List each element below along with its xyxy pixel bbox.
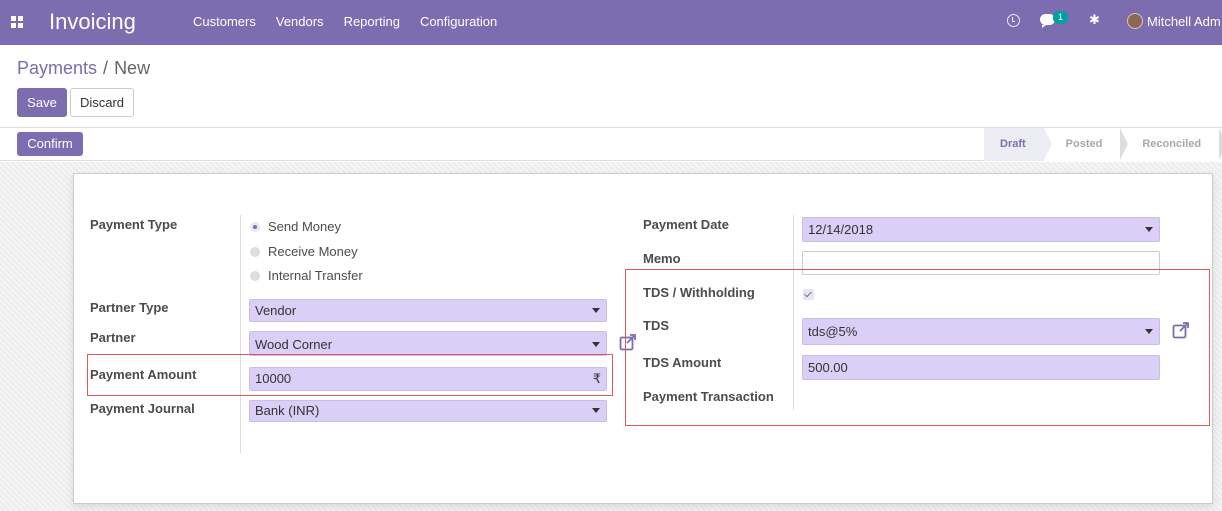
partner-field[interactable]: Wood Corner <box>249 331 607 356</box>
debug-bug-icon[interactable]: ✱ <box>1089 14 1100 27</box>
radio-internal-transfer[interactable]: Internal Transfer <box>250 268 363 283</box>
radio-send-money[interactable]: Send Money <box>250 219 341 234</box>
chevron-down-icon <box>1145 227 1153 232</box>
partner-value: Wood Corner <box>255 337 333 352</box>
avatar[interactable] <box>1127 13 1143 29</box>
menu-item-vendors[interactable]: Vendors <box>276 14 324 29</box>
payment-date-value: 12/14/2018 <box>808 222 874 237</box>
menu-item-reporting[interactable]: Reporting <box>344 14 400 29</box>
stage-bar: Draft Posted Reconciled C <box>984 128 1222 161</box>
stage-posted[interactable]: Posted <box>1043 128 1129 161</box>
tds-select[interactable]: tds@5% <box>802 318 1160 345</box>
external-link-icon[interactable] <box>1172 321 1190 339</box>
top-navbar: Invoicing Customers Vendors Reporting Co… <box>0 0 1222 45</box>
payment-date-input[interactable]: 12/14/2018 <box>802 217 1160 242</box>
activity-clock-icon[interactable] <box>1007 14 1020 27</box>
tds-withholding-checkbox[interactable] <box>803 289 814 300</box>
chevron-down-icon <box>592 342 600 347</box>
rupee-currency-symbol: ₹ <box>592 371 601 386</box>
radio-send-money-input[interactable] <box>250 221 260 232</box>
user-menu-name[interactable]: Mitchell Adm <box>1147 14 1221 29</box>
control-panel: Payments / New Save Discard <box>0 45 1222 128</box>
chevron-down-icon <box>592 408 600 413</box>
memo-input[interactable] <box>802 251 1160 275</box>
payment-amount-value: 10000 <box>255 371 292 386</box>
payment-amount-label: Payment Amount <box>90 367 197 382</box>
payment-journal-value: Bank (INR) <box>255 403 320 418</box>
payment-transaction-label: Payment Transaction <box>643 389 774 404</box>
payment-date-label: Payment Date <box>643 217 729 232</box>
confirm-button[interactable]: Confirm <box>17 132 83 156</box>
menu-item-customers[interactable]: Customers <box>193 14 256 29</box>
breadcrumb-current: New <box>114 58 151 78</box>
partner-label: Partner <box>90 330 136 345</box>
breadcrumb-payments-link[interactable]: Payments <box>17 58 97 78</box>
stage-draft[interactable]: Draft <box>984 128 1052 161</box>
payment-type-label: Payment Type <box>90 217 178 232</box>
tds-label: TDS <box>643 318 669 333</box>
tds-withholding-label: TDS / Withholding <box>643 285 755 300</box>
radio-send-money-label[interactable]: Send Money <box>268 219 341 234</box>
tds-value: tds@5% <box>808 324 858 339</box>
memo-label: Memo <box>643 251 681 266</box>
radio-receive-money-input[interactable] <box>250 246 260 257</box>
payment-amount-input[interactable]: 10000 ₹ <box>249 367 607 391</box>
radio-internal-transfer-label[interactable]: Internal Transfer <box>268 268 363 283</box>
chevron-down-icon <box>592 308 600 313</box>
stage-reconciled[interactable]: Reconciled <box>1120 128 1222 161</box>
main-menu: Customers Vendors Reporting Configuratio… <box>193 14 517 29</box>
breadcrumb: Payments / New <box>17 58 150 79</box>
left-group-divider <box>240 215 241 453</box>
discard-button[interactable]: Discard <box>70 88 134 117</box>
radio-internal-transfer-input[interactable] <box>250 270 260 281</box>
apps-menu-icon[interactable] <box>11 16 23 28</box>
breadcrumb-separator: / <box>103 58 109 78</box>
tds-amount-label: TDS Amount <box>643 355 722 370</box>
payment-journal-select[interactable]: Bank (INR) <box>249 400 607 422</box>
app-title: Invoicing <box>49 9 136 34</box>
external-link-icon[interactable] <box>619 333 637 351</box>
form-statusbar: Confirm Draft Posted Reconciled C <box>0 128 1222 161</box>
menu-item-configuration[interactable]: Configuration <box>420 14 497 29</box>
partner-type-value: Vendor <box>255 303 297 318</box>
radio-receive-money[interactable]: Receive Money <box>250 244 358 259</box>
right-group-divider <box>793 215 794 410</box>
save-button[interactable]: Save <box>17 88 67 117</box>
partner-type-select[interactable]: Vendor <box>249 299 607 322</box>
chat-badge: 1 <box>1053 11 1068 24</box>
tds-amount-input[interactable]: 500.00 <box>802 355 1160 380</box>
radio-receive-money-label[interactable]: Receive Money <box>268 244 358 259</box>
chevron-down-icon <box>1145 329 1153 334</box>
tds-amount-value: 500.00 <box>808 360 848 375</box>
partner-type-label: Partner Type <box>90 300 169 315</box>
payment-journal-label: Payment Journal <box>90 401 195 416</box>
